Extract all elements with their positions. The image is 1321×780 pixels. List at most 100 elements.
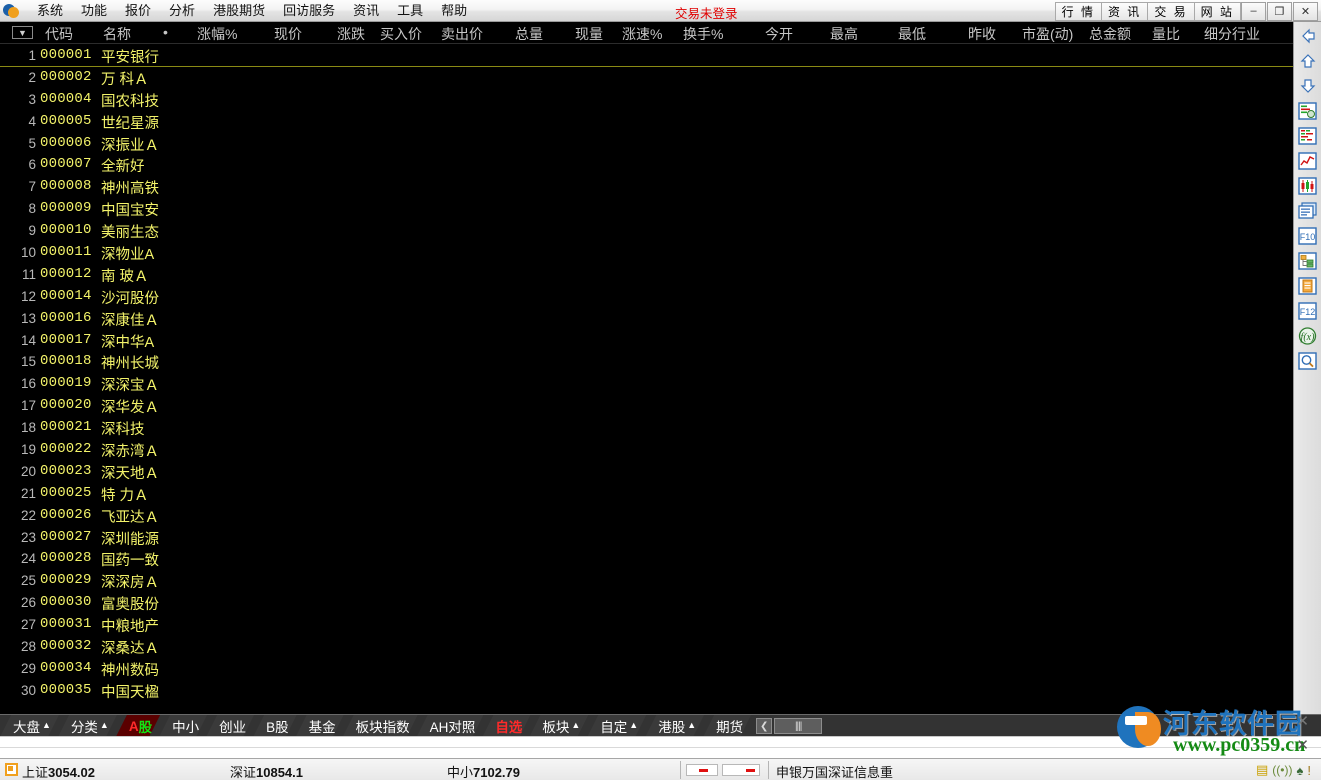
table-row[interactable]: 5 000006 深振业Ａ: [0, 133, 1293, 155]
tab-期货[interactable]: 期货: [703, 715, 751, 736]
down-arrow-icon[interactable]: [1297, 75, 1318, 96]
column-header-volume[interactable]: 总量: [515, 24, 543, 44]
tab-基金[interactable]: 基金: [296, 715, 344, 736]
tab-自定[interactable]: 自定 ▲: [587, 715, 646, 736]
menu-item-7[interactable]: 工具: [388, 1, 432, 21]
table-row[interactable]: 12 000014 沙河股份: [0, 286, 1293, 308]
tab-A股[interactable]: A股: [116, 715, 160, 736]
alert-icon[interactable]: !: [1307, 763, 1311, 778]
report-window-icon[interactable]: [1297, 200, 1318, 221]
column-header-speed-pct[interactable]: 涨速%: [622, 24, 662, 44]
table-row[interactable]: 10 000011 深物业A: [0, 242, 1293, 264]
menu-item-6[interactable]: 资讯: [344, 1, 388, 21]
candlestick-icon[interactable]: [1297, 175, 1318, 196]
tab-大盘[interactable]: 大盘 ▲: [0, 715, 59, 736]
column-header-industry[interactable]: 细分行业: [1204, 24, 1260, 44]
formula-icon[interactable]: f(x): [1297, 325, 1318, 346]
tab-板块指数[interactable]: 板块指数: [343, 715, 418, 736]
tab-B股[interactable]: B股: [253, 715, 297, 736]
table-row[interactable]: 22 000026 飞亚达Ａ: [0, 505, 1293, 527]
table-row[interactable]: 23 000027 深圳能源: [0, 527, 1293, 549]
table-row[interactable]: 13 000016 深康佳Ａ: [0, 308, 1293, 330]
table-row[interactable]: 26 000030 富奥股份: [0, 592, 1293, 614]
table-row[interactable]: 16 000019 深深宝Ａ: [0, 373, 1293, 395]
table-row[interactable]: 14 000017 深中华A: [0, 330, 1293, 352]
table-row[interactable]: 30 000035 中国天楹: [0, 680, 1293, 702]
menu-item-1[interactable]: 功能: [72, 1, 116, 21]
table-row[interactable]: 4 000005 世纪星源: [0, 111, 1293, 133]
menu-item-3[interactable]: 分析: [160, 1, 204, 21]
tab-创业[interactable]: 创业: [206, 715, 254, 736]
tab-港股[interactable]: 港股 ▲: [645, 715, 704, 736]
table-row[interactable]: 3 000004 国农科技: [0, 89, 1293, 111]
column-header-volume-ratio[interactable]: 量比: [1152, 24, 1180, 44]
f10-info-icon[interactable]: F10: [1297, 225, 1318, 246]
table-row[interactable]: 11 000012 南 玻Ａ: [0, 264, 1293, 286]
news-button[interactable]: 资 讯: [1100, 1, 1149, 21]
table-row[interactable]: 29 000034 神州数码: [0, 658, 1293, 680]
f12-trade-icon[interactable]: F12: [1297, 300, 1318, 321]
tab-板块[interactable]: 板块 ▲: [529, 715, 588, 736]
table-row[interactable]: 24 000028 国药一致: [0, 548, 1293, 570]
column-header-change[interactable]: 涨跌: [337, 24, 365, 44]
table-row[interactable]: 15 000018 神州长城: [0, 351, 1293, 373]
tab-中小[interactable]: 中小: [159, 715, 207, 736]
menu-item-5[interactable]: 回访服务: [274, 1, 344, 21]
column-header-cur-volume[interactable]: 现量: [575, 24, 603, 44]
table-row[interactable]: 27 000031 中粮地产: [0, 614, 1293, 636]
column-header-prev-close[interactable]: 昨收: [968, 24, 996, 44]
column-header-ask[interactable]: 卖出价: [441, 24, 483, 44]
table-row[interactable]: 2 000002 万 科Ａ: [0, 67, 1293, 89]
up-arrow-icon[interactable]: [1297, 50, 1318, 71]
table-row[interactable]: 25 000029 深深房Ａ: [0, 570, 1293, 592]
minimize-button[interactable]: –: [1241, 1, 1266, 21]
website-button[interactable]: 网 站: [1193, 1, 1241, 21]
table-row[interactable]: 6 000007 全新好: [0, 154, 1293, 176]
table-row[interactable]: 18 000021 深科技: [0, 417, 1293, 439]
table-row[interactable]: 7 000008 神州高铁: [0, 176, 1293, 198]
notes-icon[interactable]: [1297, 275, 1318, 296]
column-header-bid[interactable]: 买入价: [380, 24, 422, 44]
table-row[interactable]: 28 000032 深桑达Ａ: [0, 636, 1293, 658]
tab-AH对照[interactable]: AH对照: [417, 715, 484, 736]
index-0[interactable]: 上证3054.02: [22, 762, 95, 780]
signal-icon[interactable]: ((•)): [1272, 763, 1292, 777]
menu-item-2[interactable]: 报价: [116, 1, 160, 21]
market-mini-chart-1[interactable]: [686, 764, 718, 776]
back-arrow-icon[interactable]: [1297, 25, 1318, 46]
quote-table[interactable]: 1 000001 平安银行 2 000002 万 科Ａ 3 000004 国农科技 4 000005…: [0, 45, 1293, 714]
table-row[interactable]: 1 000001 平安银行: [0, 45, 1293, 67]
market-mini-chart-2[interactable]: [722, 764, 760, 776]
table-row[interactable]: 19 000022 深赤湾Ａ: [0, 439, 1293, 461]
index-2[interactable]: 中小7102.79: [447, 762, 520, 780]
tree-structure-icon[interactable]: [1297, 250, 1318, 271]
sort-dropdown-icon[interactable]: ▼: [12, 26, 33, 39]
table-row[interactable]: 9 000010 美丽生态: [0, 220, 1293, 242]
restore-button[interactable]: ❐: [1267, 1, 1292, 21]
tab-自选[interactable]: 自选: [482, 715, 530, 736]
index-1[interactable]: 深证10854.1: [230, 762, 303, 780]
close-button[interactable]: ✕: [1293, 1, 1318, 21]
column-header-pe-dynamic[interactable]: 市盈(动): [1022, 24, 1073, 44]
column-header-price[interactable]: 现价: [274, 24, 302, 44]
table-row[interactable]: 17 000020 深华发Ａ: [0, 395, 1293, 417]
tab-分类[interactable]: 分类 ▲: [58, 715, 117, 736]
menu-item-4[interactable]: 港股期货: [204, 1, 274, 21]
menu-item-8[interactable]: 帮助: [432, 1, 476, 21]
battery-icon[interactable]: ▤: [1256, 762, 1268, 778]
tab-scroll-handle[interactable]: ||||: [774, 718, 823, 734]
search-icon[interactable]: [1297, 350, 1318, 371]
column-header-amount[interactable]: 总金额: [1089, 24, 1131, 44]
trade-button[interactable]: 交 易: [1147, 1, 1195, 21]
quote-list-icon[interactable]: [1297, 100, 1318, 121]
column-header-change-pct[interactable]: 涨幅%: [197, 24, 237, 44]
column-header-code[interactable]: 代码: [45, 24, 73, 44]
trend-line-icon[interactable]: [1297, 150, 1318, 171]
table-row[interactable]: 21 000025 特 力Ａ: [0, 483, 1293, 505]
column-header-flag[interactable]: •: [163, 24, 168, 40]
grid-table-icon[interactable]: [1297, 125, 1318, 146]
table-row[interactable]: 8 000009 中国宝安: [0, 198, 1293, 220]
antenna-icon[interactable]: ♠: [1296, 763, 1303, 778]
quotes-button[interactable]: 行 情: [1054, 1, 1102, 21]
menu-item-0[interactable]: 系统: [28, 1, 72, 21]
